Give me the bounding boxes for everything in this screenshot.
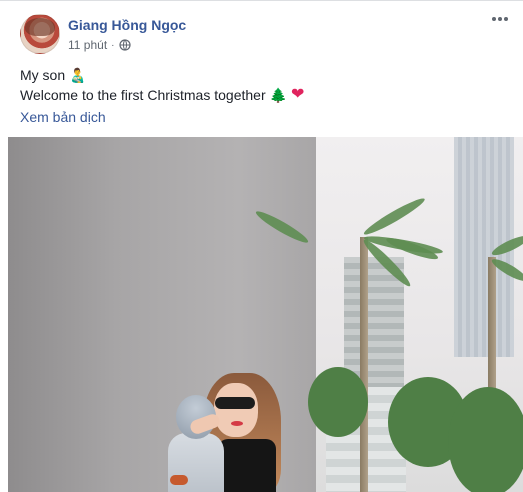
post-meta: 11 phút ·	[68, 38, 131, 52]
woman-face	[214, 383, 258, 437]
message-line-1: My son 👨‍🍼	[20, 65, 511, 85]
message-line-2: Welcome to the first Christmas together …	[20, 85, 511, 105]
see-translation-link[interactable]: Xem bản dịch	[20, 109, 106, 125]
post-photo[interactable]	[8, 137, 523, 492]
meta-separator: ·	[111, 39, 115, 51]
globe-icon[interactable]	[118, 39, 131, 51]
author-avatar[interactable]	[20, 14, 60, 54]
feeding-baby-emoji-icon: 👨‍🍼	[69, 67, 87, 83]
post-header: Giang Hồng Ngọc 11 phút ·	[20, 14, 511, 54]
message-text-2: Welcome to the first Christmas together	[20, 87, 266, 103]
sunglasses	[215, 397, 255, 409]
post-timestamp[interactable]: 11 phút	[68, 38, 107, 52]
woman-lips	[231, 421, 243, 426]
more-options-icon[interactable]	[489, 12, 511, 26]
christmas-tree-emoji-icon: 🌲	[269, 87, 288, 103]
photo-tree	[448, 387, 523, 492]
facebook-post: Giang Hồng Ngọc 11 phút · My son 👨‍🍼 Wel…	[0, 0, 523, 492]
message-text-1: My son	[20, 67, 66, 83]
woman-shirt	[218, 439, 276, 492]
palm-trunk	[360, 237, 368, 492]
baby-shoe	[170, 475, 188, 485]
post-message: My son 👨‍🍼 Welcome to the first Christma…	[20, 65, 511, 105]
red-heart-emoji-icon: ❤	[291, 86, 305, 103]
photo-tree	[308, 367, 368, 437]
author-name[interactable]: Giang Hồng Ngọc	[68, 17, 186, 33]
